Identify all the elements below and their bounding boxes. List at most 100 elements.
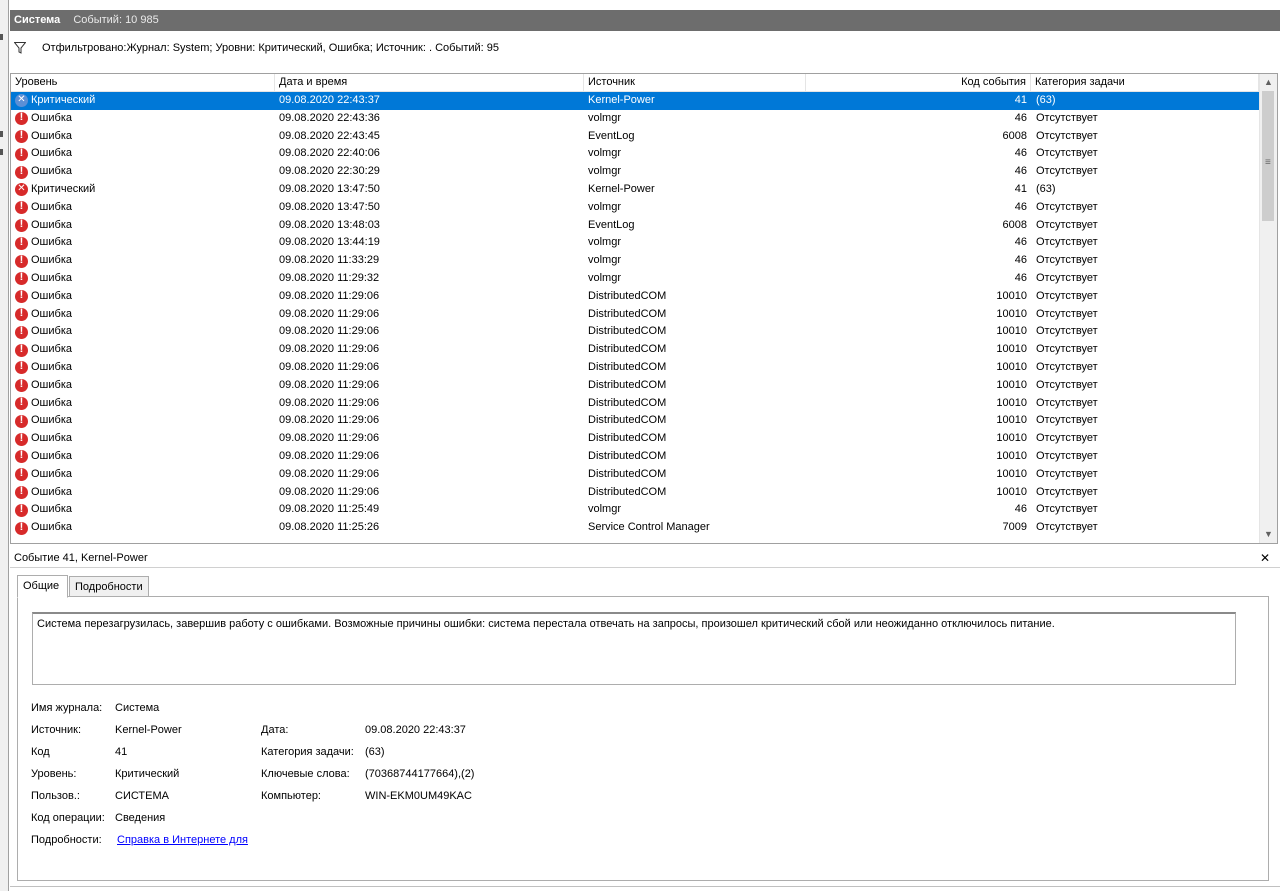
cell-date: 09.08.2020 13:47:50 [279,200,380,213]
table-row[interactable]: Критический 09.08.2020 22:43:37 Kernel-Pow… [11,92,1259,110]
error-icon [15,430,28,447]
level-text: Ошибка [31,236,72,249]
cell-level: Критический [15,181,275,199]
table-row[interactable]: Ошибка 09.08.2020 22:30:29 volmgr 46 Отсутст… [11,163,1259,181]
cell-source: DistributedCOM [588,360,667,373]
table-row[interactable]: Ошибка 09.08.2020 11:29:06 DistributedCOM 1… [11,395,1259,413]
cell-level: Ошибка [15,306,275,324]
cell-date: 09.08.2020 11:29:06 [279,467,380,480]
cell-source: DistributedCOM [588,485,667,498]
table-row[interactable]: Ошибка 09.08.2020 11:29:06 DistributedCOM 1… [11,306,1259,324]
table-row[interactable]: Ошибка 09.08.2020 22:40:06 volmgr 46 Отсутст… [11,145,1259,163]
filter-bar: Отфильтровано:Журнал: System; Уровни: Кр… [10,38,1280,58]
level-text: Ошибка [31,432,72,445]
table-row[interactable]: Ошибка 09.08.2020 13:48:03 EventLog 6008 Отс… [11,217,1259,235]
column-header-level[interactable]: Уровень [11,74,275,91]
table-row[interactable]: Ошибка 09.08.2020 11:25:49 volmgr 46 Отсутст… [11,501,1259,519]
cell-category: Отсутствует [1036,449,1098,462]
column-header-code[interactable]: Код события [806,74,1031,91]
cell-event-code: 46 [1014,165,1027,178]
tab-details[interactable]: Подробности [69,576,149,597]
cell-source: DistributedCOM [588,432,667,445]
table-row[interactable]: Ошибка 09.08.2020 11:29:06 DistributedCOM 1… [11,323,1259,341]
table-row[interactable]: Критический 09.08.2020 13:47:50 Kernel-Pow… [11,181,1259,199]
log-title-bar: Система Событий: 10 985 [10,10,1280,31]
cell-category: (63) [1036,182,1056,195]
scrollbar-thumb[interactable]: ≡ [1262,91,1274,221]
cell-source: Kernel-Power [588,182,655,195]
cell-level: Ошибка [15,395,275,413]
cell-date: 09.08.2020 11:29:06 [279,289,380,302]
error-icon [15,395,28,412]
table-row[interactable]: Ошибка 09.08.2020 13:44:19 volmgr 46 Отсутст… [11,234,1259,252]
column-header-category[interactable]: Категория задачи [1031,74,1259,91]
left-edge-strip [0,0,9,891]
scroll-up-arrow-icon[interactable]: ▲ [1260,74,1277,91]
cell-source: DistributedCOM [588,307,667,320]
label-user: Пользов.: [31,790,80,802]
table-row[interactable]: Ошибка 09.08.2020 11:33:29 volmgr 46 Отсутст… [11,252,1259,270]
level-text: Ошибка [31,147,72,160]
cell-category: Отсутствует [1036,236,1098,249]
level-text: Ошибка [31,165,72,178]
table-row[interactable]: Ошибка 09.08.2020 11:25:26 Service Control… [11,519,1259,537]
cell-source: DistributedCOM [588,343,667,356]
cell-level: Ошибка [15,270,275,288]
cell-level: Ошибка [15,288,275,306]
error-icon [15,217,28,234]
cell-level: Ошибка [15,377,275,395]
cell-level: Ошибка [15,448,275,466]
column-header-source[interactable]: Источник [584,74,806,91]
table-row[interactable]: Ошибка 09.08.2020 11:29:06 DistributedCOM 1… [11,430,1259,448]
cell-source: DistributedCOM [588,396,667,409]
table-row[interactable]: Ошибка 09.08.2020 11:29:06 DistributedCOM 1… [11,341,1259,359]
column-header-date[interactable]: Дата и время [275,74,584,91]
table-row[interactable]: Ошибка 09.08.2020 11:29:06 DistributedCOM 1… [11,288,1259,306]
table-row[interactable]: Ошибка 09.08.2020 13:47:50 volmgr 46 Отсутст… [11,199,1259,217]
value-opcode: Сведения [115,812,166,824]
edge-mark [0,131,3,137]
table-row[interactable]: Ошибка 09.08.2020 11:29:32 volmgr 46 Отсутст… [11,270,1259,288]
cell-level: Ошибка [15,430,275,448]
value-keywords: (70368744177664),(2) [365,768,475,780]
cell-category: Отсутствует [1036,165,1098,178]
cell-category: Отсутствует [1036,200,1098,213]
table-row[interactable]: Ошибка 09.08.2020 11:29:06 DistributedCOM 1… [11,359,1259,377]
scroll-down-arrow-icon[interactable]: ▼ [1260,526,1277,543]
cell-level: Ошибка [15,466,275,484]
cell-category: Отсутствует [1036,414,1098,427]
table-row[interactable]: Ошибка 09.08.2020 11:29:06 DistributedCOM 1… [11,484,1259,502]
online-help-link[interactable]: Справка в Интернете для [117,832,248,848]
table-row[interactable]: Ошибка 09.08.2020 11:29:06 DistributedCOM 1… [11,448,1259,466]
cell-category: Отсутствует [1036,378,1098,391]
label-computer: Компьютер: [261,790,321,802]
vertical-scrollbar[interactable]: ▲ ≡ ▼ [1259,74,1277,543]
cell-category: Отсутствует [1036,289,1098,302]
label-date: Дата: [261,724,289,736]
error-icon [15,199,28,216]
label-source: Источник: [31,724,82,736]
cell-event-code: 46 [1014,271,1027,284]
value-source: Kernel-Power [115,724,182,736]
table-row[interactable]: Ошибка 09.08.2020 22:43:45 EventLog 6008 Отс… [11,128,1259,146]
tab-general[interactable]: Общие [17,575,68,598]
cell-category: Отсутствует [1036,485,1098,498]
cell-source: DistributedCOM [588,325,667,338]
cell-date: 09.08.2020 22:43:45 [279,129,380,142]
event-description[interactable]: Система перезагрузилась, завершив работу… [32,612,1236,685]
table-row[interactable]: Ошибка 09.08.2020 11:29:06 DistributedCOM 1… [11,412,1259,430]
cell-event-code: 41 [1014,94,1027,106]
error-icon [15,466,28,483]
error-icon [15,359,28,376]
events-table[interactable]: Уровень Дата и время Источник Код событи… [10,73,1278,544]
filter-icon [14,42,26,54]
close-icon[interactable]: ✕ [1260,549,1270,567]
cell-category: Отсутствует [1036,360,1098,373]
table-row[interactable]: Ошибка 09.08.2020 22:43:36 volmgr 46 Отсутст… [11,110,1259,128]
cell-source: Service Control Manager [588,521,710,534]
table-row[interactable]: Ошибка 09.08.2020 11:29:06 DistributedCOM 1… [11,466,1259,484]
table-row[interactable]: Ошибка 09.08.2020 11:29:06 DistributedCOM 1… [11,377,1259,395]
error-icon [15,377,28,394]
cell-source: DistributedCOM [588,449,667,462]
cell-source: EventLog [588,218,635,231]
